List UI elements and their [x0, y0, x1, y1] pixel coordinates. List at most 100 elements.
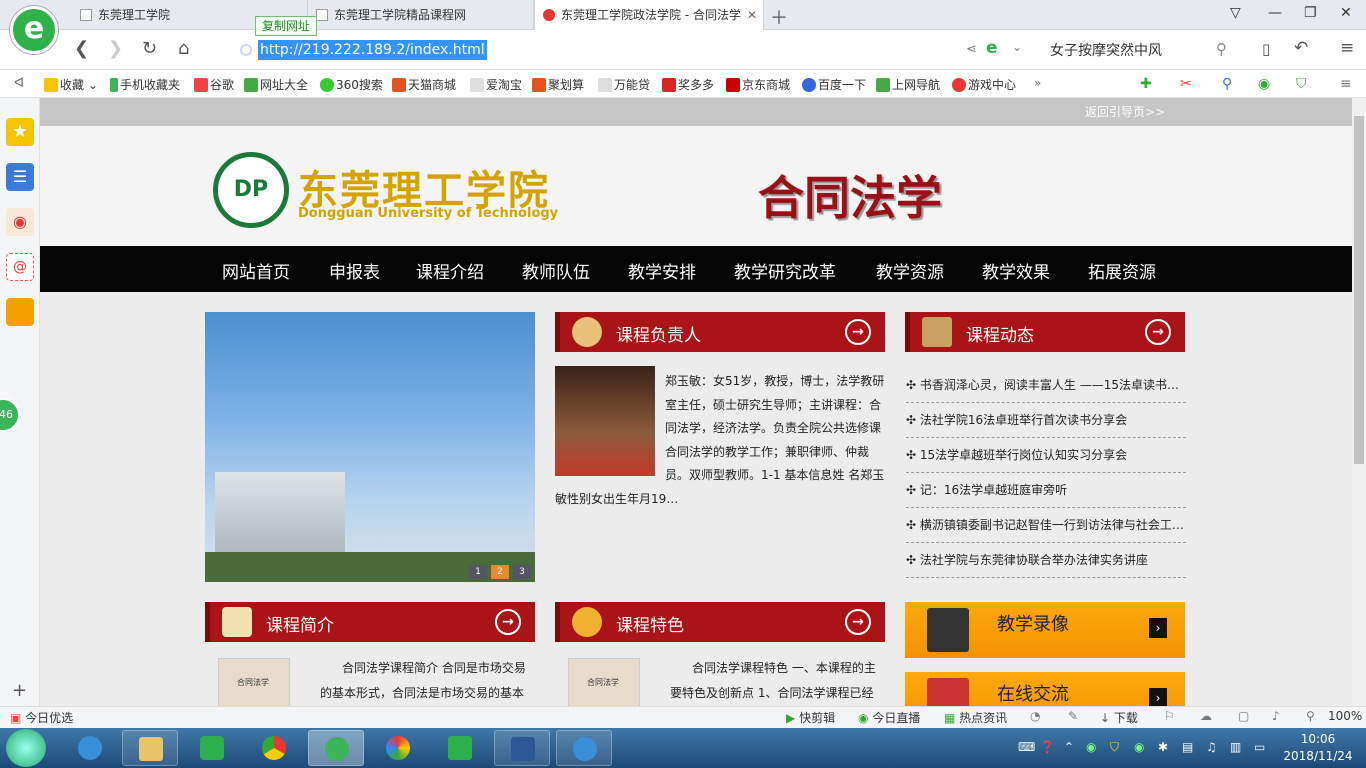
close-icon[interactable]: ✕ — [747, 0, 757, 30]
gamepad-icon[interactable]: ◉ — [1258, 76, 1270, 92]
slide-dot[interactable]: 1 — [469, 565, 487, 579]
news-item[interactable]: ✣ 法社学院16法卓班举行首次读书分享会 — [906, 403, 1186, 438]
bookmark-juhuasuan[interactable]: 聚划算 — [532, 76, 584, 93]
news-item[interactable]: ✣ 15法学卓越班举行岗位认知实习分享会 — [906, 438, 1186, 473]
bookmark-aitaobao[interactable]: 爱淘宝 — [470, 76, 522, 93]
nav-application[interactable]: 申报表 — [329, 258, 380, 283]
favorites-icon[interactable]: ★ — [6, 118, 34, 146]
nav-schedule[interactable]: 教学安排 — [628, 258, 696, 283]
refresh-button[interactable]: ↻ — [142, 38, 157, 59]
nav-research[interactable]: 教学研究改革 — [734, 258, 836, 283]
360-icon[interactable]: ◉ — [1086, 740, 1096, 754]
bookmark-hao123[interactable]: 上网导航 — [876, 76, 940, 93]
forward-button[interactable]: ❯ — [108, 38, 123, 59]
keyboard-icon[interactable]: ⌨ — [1018, 740, 1035, 754]
nav-faculty[interactable]: 教师队伍 — [522, 258, 590, 283]
arrow-right-icon[interactable]: → — [1145, 319, 1171, 345]
search-input[interactable]: 女子按摩突然中风 — [1050, 40, 1230, 60]
security-shield-icon[interactable]: ⛉ — [1110, 740, 1119, 755]
bookmark-tmall[interactable]: 天猫商城 — [392, 76, 456, 93]
guard-icon[interactable]: ◉ — [1134, 740, 1144, 754]
weibo-icon[interactable]: ◉ — [6, 208, 34, 236]
taskbar-word[interactable] — [494, 730, 550, 766]
speaker-icon[interactable]: ♫ — [1206, 740, 1217, 754]
magnifier-icon[interactable]: ⚲ — [1222, 76, 1232, 92]
taskbar-360-browser[interactable] — [308, 730, 364, 766]
news-item[interactable]: ✣ 法社学院与东莞律协联合举办法律实务讲座 — [906, 543, 1186, 578]
arrow-right-icon[interactable]: → — [845, 609, 871, 635]
browser-logo-icon[interactable]: e — [10, 6, 58, 54]
live-link[interactable]: ◉ 今日直播 — [858, 709, 920, 726]
campus-slideshow[interactable]: 1 2 3 — [205, 312, 535, 582]
volume-icon[interactable]: ♪ — [1272, 709, 1280, 723]
intro-text[interactable]: 合同法学课程简介 合同是市场交易的基本形式，合同法是市场交易的基本 — [320, 656, 535, 706]
cloud-icon[interactable]: ☁ — [1200, 709, 1212, 723]
taskbar-chrome[interactable] — [246, 730, 302, 766]
nav-home[interactable]: 网站首页 — [222, 258, 290, 283]
bookmark-hao[interactable]: 网址大全 — [244, 76, 308, 93]
speed-icon[interactable]: ◔ — [1030, 709, 1040, 723]
arrow-right-icon[interactable]: → — [845, 319, 871, 345]
tab-contract-law[interactable]: 东莞理工学院政法学院 - 合同法学 ✕ — [534, 0, 764, 31]
nav-resources[interactable]: 教学资源 — [876, 258, 944, 283]
nav-course-intro[interactable]: 课程介绍 — [416, 258, 484, 283]
back-button[interactable]: ❮ — [74, 38, 89, 59]
hot-news-link[interactable]: ▦ 热点资讯 — [944, 709, 1007, 726]
sidebar-toggle-icon[interactable]: ᐊ — [14, 76, 24, 91]
signal-icon[interactable]: ▥ — [1230, 740, 1241, 754]
zoom-level[interactable]: 100% — [1328, 709, 1362, 723]
slide-dot[interactable]: 3 — [513, 565, 531, 579]
minimize-button[interactable]: — — [1268, 5, 1282, 21]
url-input[interactable]: http://219.222.189.2/index.html — [258, 40, 487, 60]
bookmark-games[interactable]: 游戏中心 — [952, 76, 1016, 93]
tab-course-site[interactable]: 东莞理工学院精品课程网 — [308, 0, 534, 30]
engine-icon[interactable]: e — [986, 38, 998, 58]
taskbar-ie[interactable] — [62, 730, 118, 766]
download-link[interactable]: ↓ 下载 — [1100, 709, 1138, 726]
more-icon[interactable]: ≡ — [1340, 76, 1352, 92]
taskbar-app[interactable] — [432, 730, 488, 766]
add-icon[interactable]: + — [12, 680, 27, 701]
phone-icon[interactable]: ▯ — [1262, 40, 1270, 58]
mail-icon[interactable]: @ — [6, 253, 34, 281]
online-chat-button[interactable]: 在线交流 › — [905, 672, 1185, 706]
feature-text[interactable]: 合同法学课程特色 一、本课程的主要特色及创新点 1、合同法学课程已经 — [670, 656, 885, 706]
search-icon[interactable]: ⚲ — [1216, 40, 1227, 58]
nav-extended[interactable]: 拓展资源 — [1088, 258, 1156, 283]
tray-arrow-icon[interactable]: ⌃ — [1064, 740, 1074, 754]
bookmark-jd[interactable]: 京东商城 — [726, 76, 790, 93]
skin-icon[interactable]: ▽ — [1230, 5, 1241, 21]
chevron-down-icon[interactable]: ⌄ — [1012, 40, 1022, 54]
bookmark-favorites[interactable]: 收藏 ⌄ — [44, 76, 98, 93]
bookmark-360search[interactable]: 360搜索 — [320, 76, 383, 93]
news-item[interactable]: ✣ 记：16法学卓越班庭审旁听 — [906, 473, 1186, 508]
news-item[interactable]: ✣ 书香润泽心灵，阅读丰富人生 ——15法卓读书会… — [906, 368, 1186, 403]
pin-icon[interactable]: ✎ — [1068, 709, 1078, 723]
system-clock[interactable]: 10:06 2018/11/24 — [1278, 731, 1358, 765]
video-button[interactable]: 教学录像 › — [905, 602, 1185, 658]
slide-dot-active[interactable]: 2 — [491, 565, 509, 579]
scrollbar-thumb[interactable] — [1354, 116, 1364, 464]
zoom-icon[interactable]: ⚲ — [1306, 709, 1315, 723]
menu-icon[interactable]: ≡ — [1340, 38, 1354, 58]
bookmark-google[interactable]: 谷歌 — [194, 76, 234, 93]
new-tab-button[interactable]: ＋ — [770, 4, 788, 30]
news-item[interactable]: ✣ 横沥镇镇委副书记赵智佳一行到访法律与社会工… — [906, 508, 1186, 543]
notification-icon[interactable]: ▭ — [1254, 740, 1265, 754]
bookmark-mobile[interactable]: 手机收藏夹 — [110, 76, 180, 93]
copy-url-button[interactable]: 复制网址 — [255, 16, 318, 36]
daily-picks[interactable]: ▣ 今日优选 — [10, 709, 73, 726]
network-icon[interactable]: ▤ — [1182, 740, 1193, 754]
translate-icon[interactable]: ✚ — [1140, 76, 1152, 92]
taskbar-paint[interactable] — [370, 730, 426, 766]
quick-edit-link[interactable]: ▶ 快剪辑 — [786, 709, 835, 726]
back-to-guide-link[interactable]: 返回引导页>> — [1085, 103, 1165, 120]
restore-button[interactable]: ❐ — [1304, 5, 1317, 21]
bookmark-baidu[interactable]: 百度一下 — [802, 76, 866, 93]
close-window-button[interactable]: ✕ — [1340, 5, 1352, 21]
start-button[interactable] — [6, 729, 46, 767]
bookmark-wannengdai[interactable]: 万能贷 — [598, 76, 650, 93]
notebook-icon[interactable] — [6, 298, 34, 326]
taskbar-iqiyi[interactable] — [184, 730, 240, 766]
taskbar-ie-2[interactable] — [556, 730, 612, 766]
